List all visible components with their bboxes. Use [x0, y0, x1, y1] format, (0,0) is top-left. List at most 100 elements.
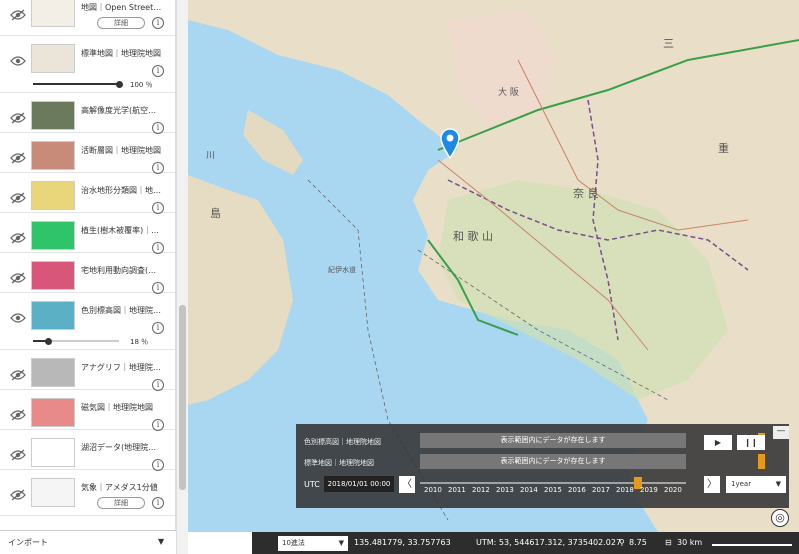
period-value: 1year [731, 480, 752, 488]
eye-off-icon[interactable] [10, 446, 26, 461]
layer-item[interactable]: 色別標高図｜地理院地... i 18 ％ [0, 293, 175, 350]
timeline-slider[interactable]: 2010 2011 2012 2013 2014 2015 2016 2017 2018 2019… [420, 474, 686, 503]
search-icon: ⚲ [619, 538, 625, 547]
layer-thumbnail [31, 398, 75, 427]
eye-off-icon[interactable] [10, 6, 26, 21]
minimize-panel-button[interactable]: — [773, 426, 789, 439]
layer-thumbnail [31, 261, 75, 290]
eye-off-icon[interactable] [10, 109, 26, 124]
play-button[interactable]: ▶ [704, 435, 732, 450]
layer-name: 標準地図｜地理院地図 [81, 49, 161, 58]
layer-item[interactable]: 宅地利用動向調査(首... i [0, 253, 175, 294]
layer-name: 植生(樹木被覆率)｜... [81, 226, 159, 235]
layer-name: 治水地形分類図｜地理... [81, 186, 163, 195]
layer-item[interactable]: 治水地形分類図｜地理... i [0, 173, 175, 214]
period-select[interactable]: 1year ▼ [726, 476, 786, 493]
opacity-slider-handle[interactable] [116, 81, 123, 88]
map-label: 三 [663, 37, 674, 50]
layer-item[interactable]: 気象｜アメダス1分値 i 詳細 [0, 470, 175, 516]
map-label: 奈 良 [573, 187, 599, 200]
eye-off-icon[interactable] [10, 229, 26, 244]
map-label: 和 歌 山 [453, 230, 493, 243]
layer-item[interactable]: アナグリフ｜地理院地図 i [0, 350, 175, 391]
timeline-year-label: 2019 [640, 486, 658, 494]
pause-button[interactable]: ❙❙ [737, 435, 765, 450]
land-awaji [243, 110, 303, 175]
status-bar: 10進法 ▼ 135.481779, 33.757763 UTM: 53, 54… [252, 532, 799, 554]
layer-name: 地図｜Open Street ... [81, 3, 163, 12]
eye-off-icon[interactable] [10, 189, 26, 204]
layer-name: 活断層図｜地理院地図 [81, 146, 161, 155]
layer-thumbnail [31, 301, 75, 330]
import-section[interactable]: インポート ▼ [0, 530, 176, 554]
utc-label: UTC [304, 480, 320, 489]
layer-item[interactable]: 標準地図｜地理院地図 i 100 ％ [0, 36, 175, 93]
current-time-marker [758, 454, 765, 469]
layer-name: 高解像度光学(航空写... [81, 106, 163, 115]
scale-bar [712, 544, 792, 546]
timeline-year-label: 2018 [616, 486, 634, 494]
timeline-year-label: 2015 [544, 486, 562, 494]
timeline-year-label: 2011 [448, 486, 466, 494]
lonlat-readout: 135.481779, 33.757763 [354, 538, 451, 547]
chevron-down-icon: ▼ [338, 539, 344, 547]
layer-sidebar: 地図｜Open Street ... i 詳細 標準地図｜地理院地図 i 100 ％高解像… [0, 0, 176, 530]
time-panel: 色別標高図｜地理院地図 表示範囲内にデータが存在します 標準地図｜地理院地図 表… [296, 424, 789, 508]
layer-name: 気象｜アメダス1分値 [81, 483, 158, 492]
scrollbar-thumb[interactable] [179, 305, 186, 490]
eye-off-icon[interactable] [10, 149, 26, 164]
layer-item[interactable]: 植生(樹木被覆率)｜... i [0, 213, 175, 254]
opacity-slider-handle[interactable] [45, 338, 53, 345]
map-label: 重 [718, 142, 729, 155]
timeline-year-label: 2016 [568, 486, 586, 494]
time-layer-label: 色別標高図｜地理院地図 [304, 438, 381, 446]
map-label: 紀伊水道 [328, 266, 356, 274]
layer-thumbnail [31, 478, 75, 507]
layer-item[interactable]: 磁気図｜地理院地図 i [0, 390, 175, 431]
time-layer-label: 標準地図｜地理院地図 [304, 459, 374, 467]
next-time-button[interactable]: 〉 [704, 476, 720, 493]
layer-item[interactable]: 湖沼データ(地理院地図) i [0, 430, 175, 471]
layer-name: 湖沼データ(地理院地図) [81, 443, 163, 452]
map-label: 島 [210, 207, 221, 220]
timeline-year-label: 2010 [424, 486, 442, 494]
layer-thumbnail [31, 438, 75, 467]
eye-off-icon[interactable] [10, 366, 26, 381]
location-pin-icon[interactable] [440, 128, 460, 164]
datetime-field[interactable]: 2018/01/01 00:00 [324, 476, 394, 492]
info-icon[interactable]: i [152, 17, 164, 29]
timeline-year-label: 2014 [520, 486, 538, 494]
info-icon[interactable]: i [152, 65, 164, 77]
info-icon[interactable]: i [152, 497, 164, 509]
import-label: インポート [8, 538, 48, 547]
utm-readout: UTM: 53, 544617.312, 3735402.027 [476, 538, 622, 547]
chevron-down-icon[interactable]: ▼ [158, 537, 164, 546]
layer-thumbnail [31, 141, 75, 170]
eye-off-icon[interactable] [10, 269, 26, 284]
eye-off-icon[interactable] [10, 486, 26, 501]
layer-item[interactable]: 活断層図｜地理院地図 i [0, 133, 175, 174]
availability-bar[interactable]: 表示範囲内にデータが存在します [420, 454, 686, 469]
sidebar-scrollbar[interactable] [176, 0, 188, 554]
opacity-slider-fill [33, 83, 119, 85]
eye-icon[interactable] [10, 309, 26, 323]
scale-readout: 30 km [677, 538, 703, 547]
timeline-year-label: 2020 [664, 486, 682, 494]
layer-item[interactable]: 高解像度光学(航空写... i [0, 93, 175, 134]
detail-button[interactable]: 詳細 [97, 497, 145, 509]
zoom-readout: 8.75 [629, 538, 647, 547]
geolocate-icon[interactable]: ◎ [771, 509, 789, 527]
prev-time-button[interactable]: 〈 [399, 476, 415, 493]
coordinate-format-select[interactable]: 10進法 ▼ [278, 536, 348, 551]
opacity-value: 18 ％ [130, 338, 149, 346]
layer-item[interactable]: 地図｜Open Street ... i 詳細 [0, 0, 175, 36]
layer-name: 磁気図｜地理院地図 [81, 403, 153, 412]
map-label: 川 [206, 151, 216, 161]
info-icon[interactable]: i [152, 322, 164, 334]
detail-button[interactable]: 詳細 [97, 17, 145, 29]
eye-off-icon[interactable] [10, 406, 26, 421]
chevron-down-icon: ▼ [775, 480, 781, 488]
ruler-icon: ⊟ [665, 538, 672, 547]
availability-bar[interactable]: 表示範囲内にデータが存在します [420, 433, 686, 448]
eye-icon[interactable] [10, 52, 26, 66]
